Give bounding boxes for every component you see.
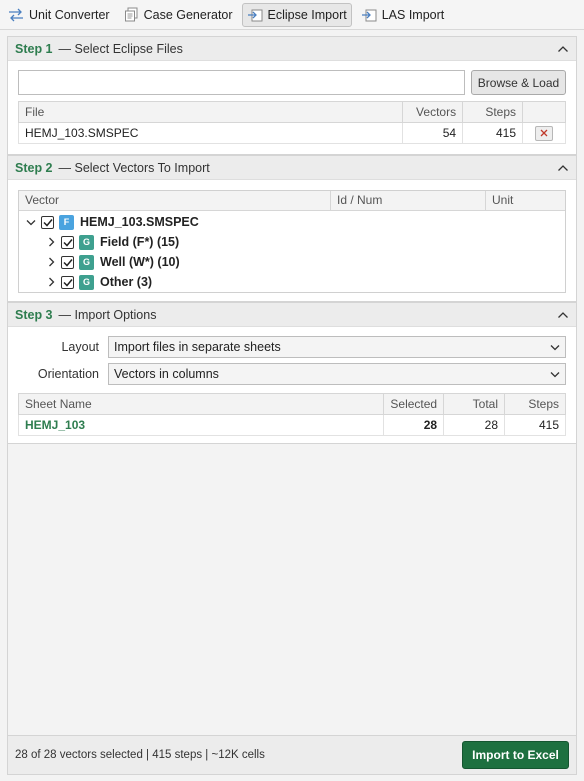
layout-option-row: Layout Import files in separate sheets [8,336,576,358]
chevron-up-icon[interactable] [557,45,569,53]
status-summary: 28 of 28 vectors selected | 415 steps | … [15,749,265,761]
copy-pages-icon [124,7,138,22]
chevron-down-icon[interactable] [25,216,37,228]
group-badge-icon: G [79,234,94,250]
selected-cell: 28 [383,414,445,436]
layout-select[interactable]: Import files in separate sheets [108,336,566,358]
column-header-steps[interactable]: Steps [504,393,566,415]
sheet-name-cell[interactable]: HEMJ_103 [17,414,385,436]
table-row[interactable]: HEMJ_103.SMSPEC 54 415 [17,122,566,144]
tree-node-label: Well (W*) (10) [100,255,180,269]
chevron-up-icon[interactable] [557,311,569,319]
tab-label: Case Generator [143,7,233,22]
chevron-right-icon[interactable] [45,276,57,288]
step2-header[interactable]: Step 2 — Select Vectors To Import [8,156,576,180]
chevron-up-icon[interactable] [557,164,569,172]
tab-las-import[interactable]: LAS Import [356,3,450,27]
checkmark-icon [62,278,73,287]
orientation-label: Orientation [37,367,99,381]
layout-label: Layout [61,340,99,354]
step-title: — Select Eclipse Files [58,41,183,56]
step-number: Step 1 [15,41,53,56]
step-title: — Select Vectors To Import [58,160,210,175]
files-table: File Vectors Steps HEMJ_103.SMSPEC 54 41… [17,101,566,144]
column-header-selected[interactable]: Selected [383,393,445,415]
tree-node-label: HEMJ_103.SMSPEC [80,215,199,229]
step-title: — Import Options [58,307,157,322]
group-checkbox[interactable] [61,235,74,249]
file-path-input[interactable] [18,70,465,95]
tab-case-generator[interactable]: Case Generator [119,3,238,27]
import-arrow-icon [361,9,377,21]
arrows-exchange-icon [9,8,23,21]
step3-header[interactable]: Step 3 — Import Options [8,303,576,327]
total-cell: 28 [443,414,506,436]
checkmark-icon [62,238,73,247]
tree-header-row: Vector Id / Num Unit [19,191,565,211]
tool-tabbar: Unit Converter Case Generator Eclipse Im… [0,0,584,30]
status-bar: 28 of 28 vectors selected | 415 steps | … [7,735,577,775]
column-header-steps[interactable]: Steps [462,101,524,123]
group-checkbox[interactable] [61,275,74,289]
tree-node-other[interactable]: G Other (3) [45,272,152,292]
orientation-option-row: Orientation Vectors in columns [8,363,576,385]
layout-selected-value: Import files in separate sheets [114,340,281,354]
column-header-sheet-name[interactable]: Sheet Name [17,393,385,415]
tab-label: Unit Converter [29,7,110,22]
vectors-cell: 54 [402,122,464,144]
orientation-selected-value: Vectors in columns [114,367,219,381]
steps-cell: 415 [462,122,524,144]
chevron-down-icon [550,344,560,351]
table-row[interactable]: HEMJ_103 28 28 415 [17,414,566,436]
content-empty-area [7,444,577,735]
file-badge-icon: F [59,214,74,230]
remove-cell [522,122,566,144]
table-header-row: Sheet Name Selected Total Steps [17,393,566,415]
root-checkbox[interactable] [41,215,54,229]
close-icon [540,129,548,137]
remove-file-button[interactable] [535,125,553,141]
group-badge-icon: G [79,254,94,270]
step-number: Step 3 [15,307,53,322]
tab-label: LAS Import [381,7,445,22]
column-header-actions [522,101,566,123]
column-header-id-num[interactable]: Id / Num [331,191,486,210]
step-number: Step 2 [15,160,53,175]
group-checkbox[interactable] [61,255,74,269]
table-header-row: File Vectors Steps [17,101,566,123]
tab-label: Eclipse Import [267,7,347,22]
step2-panel: Step 2 — Select Vectors To Import Vector… [7,155,577,302]
checkmark-icon [62,258,73,267]
checkmark-icon [42,218,53,227]
browse-load-button[interactable]: Browse & Load [471,70,566,95]
chevron-right-icon[interactable] [45,256,57,268]
step1-header[interactable]: Step 1 — Select Eclipse Files [8,37,576,61]
column-header-unit[interactable]: Unit [486,191,565,210]
chevron-down-icon [550,371,560,378]
group-badge-icon: G [79,274,94,290]
tree-node-label: Other (3) [100,275,153,289]
tab-eclipse-import[interactable]: Eclipse Import [241,2,352,27]
step1-panel: Step 1 — Select Eclipse Files Browse & L… [7,36,577,155]
column-header-file[interactable]: File [17,101,404,123]
vector-tree: Vector Id / Num Unit F HEMJ_103.SMSPEC G… [18,190,566,293]
column-header-vectors[interactable]: Vectors [402,101,464,123]
column-header-vector[interactable]: Vector [19,191,331,210]
sheets-table: Sheet Name Selected Total Steps HEMJ_103… [17,393,566,436]
chevron-right-icon[interactable] [45,236,57,248]
step3-panel: Step 3 — Import Options Layout Import fi… [7,302,577,444]
import-arrow-icon [247,9,263,21]
tree-node-field[interactable]: G Field (F*) (15) [45,232,179,252]
orientation-select[interactable]: Vectors in columns [108,363,566,385]
tree-node-label: Field (F*) (15) [100,235,180,249]
steps-cell: 415 [504,414,566,436]
import-to-excel-button[interactable]: Import to Excel [462,741,569,769]
tab-unit-converter[interactable]: Unit Converter [3,3,115,27]
column-header-total[interactable]: Total [443,393,506,415]
tree-node-root[interactable]: F HEMJ_103.SMSPEC [25,212,199,232]
tree-node-well[interactable]: G Well (W*) (10) [45,252,180,272]
file-name-cell: HEMJ_103.SMSPEC [17,122,404,144]
